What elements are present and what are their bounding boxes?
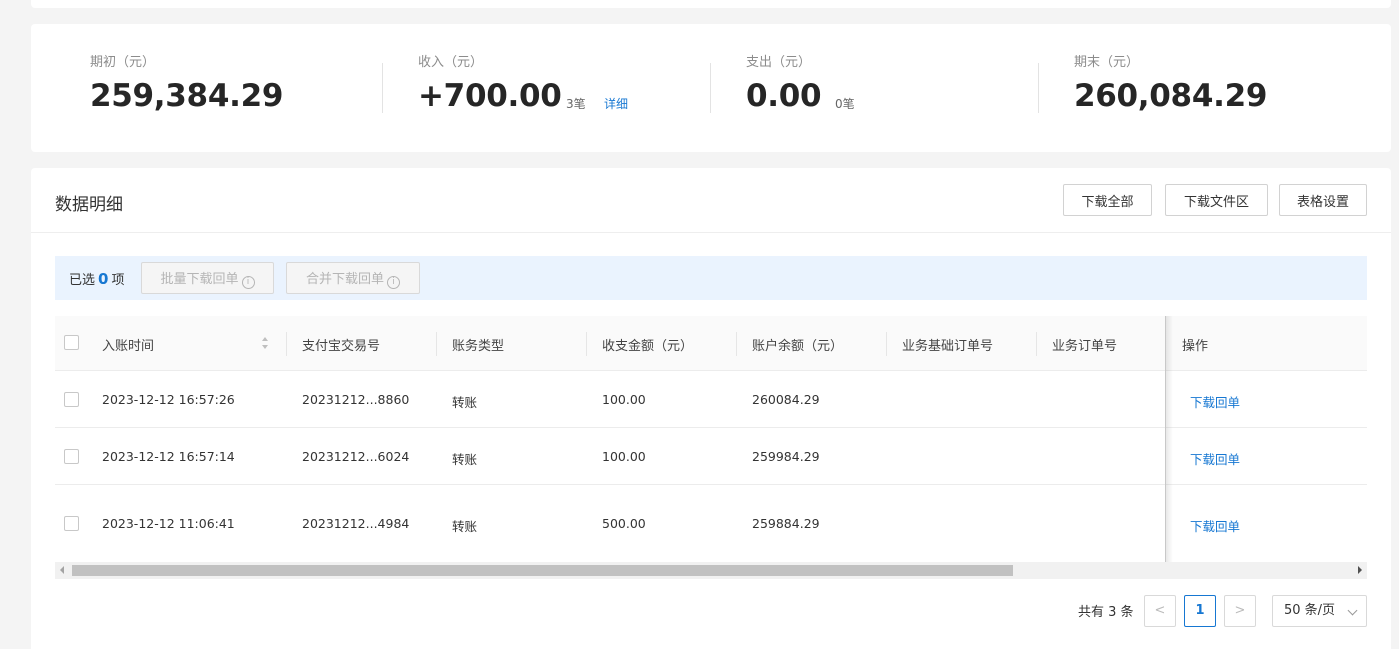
closing-label: 期末（元） (1074, 55, 1140, 70)
entry-time: 2023-12-12 16:57:26 (102, 392, 235, 407)
download-receipt-link[interactable]: 下载回单 (1190, 516, 1240, 535)
column-header: 业务基础订单号 (902, 339, 994, 354)
expense-count: 0笔 (835, 97, 855, 111)
row-checkbox[interactable] (64, 392, 79, 407)
transaction-type: 转账 (452, 452, 478, 467)
panel-divider (31, 232, 1391, 233)
batch-download-button[interactable]: 批量下载回单 i (141, 262, 274, 294)
info-icon: i (387, 275, 400, 289)
row-checkbox[interactable] (64, 449, 79, 464)
transaction-type: 转账 (452, 395, 478, 410)
next-page-button[interactable]: > (1224, 595, 1256, 627)
amount: 500.00 (602, 516, 646, 531)
selection-count: 0 (98, 270, 109, 288)
download-files-button[interactable]: 下载文件区 (1165, 184, 1268, 216)
stat-divider (710, 63, 711, 113)
column-header: 账户余额（元） (752, 339, 844, 354)
balance: 259984.29 (752, 449, 820, 464)
column-separator (436, 332, 437, 356)
top-card-edge (31, 0, 1391, 8)
transaction-table: 入账时间 支付宝交易号 账务类型 收支金额（元） 账户余额（元） 业务基础订单号… (55, 316, 1367, 562)
trade-number: 20231212...4984 (302, 516, 410, 531)
income-value: +700.00 (418, 78, 562, 114)
closing-value: 260,084.29 (1074, 78, 1268, 114)
download-receipt-link[interactable]: 下载回单 (1190, 392, 1240, 411)
merge-download-label: 合并下载回单 (305, 271, 384, 287)
selection-count-text: 已选 0 项 (69, 269, 124, 288)
batch-download-label: 批量下载回单 (160, 271, 239, 287)
entry-time: 2023-12-12 16:57:14 (102, 449, 235, 464)
horizontal-scrollbar[interactable] (55, 562, 1367, 579)
amount: 100.00 (602, 449, 646, 464)
column-header: 支付宝交易号 (302, 339, 381, 354)
trade-number: 20231212...8860 (302, 392, 410, 407)
download-receipt-link[interactable]: 下载回单 (1190, 449, 1240, 468)
page-size-value: 50 条/页 (1284, 603, 1336, 618)
prev-page-button[interactable]: < (1144, 595, 1176, 627)
expense-value: 0.00 (746, 78, 822, 114)
fixed-column-shadow (1165, 316, 1173, 562)
transaction-type: 转账 (452, 519, 478, 534)
select-all-checkbox[interactable] (64, 335, 79, 350)
selection-prefix: 已选 (69, 273, 96, 288)
summary-card: 期初（元） 259,384.29 收入（元） +700.00 3笔 详细 支出（… (31, 24, 1391, 152)
row-checkbox[interactable] (64, 516, 79, 531)
income-detail-link[interactable]: 详细 (604, 95, 628, 112)
opening-label: 期初（元） (90, 55, 156, 70)
column-header: 账务类型 (452, 339, 505, 354)
sort-icon[interactable] (261, 336, 269, 350)
column-header: 入账时间 (102, 339, 155, 354)
opening-value: 259,384.29 (90, 78, 284, 114)
column-separator (1036, 332, 1037, 356)
trade-number: 20231212...6024 (302, 449, 410, 464)
scroll-left-icon[interactable] (60, 566, 64, 574)
column-header: 操作 (1182, 339, 1209, 354)
column-separator (586, 332, 587, 356)
column-separator (886, 332, 887, 356)
balance: 260084.29 (752, 392, 820, 407)
page-size-select[interactable]: 50 条/页 (1272, 595, 1367, 627)
page-button-1[interactable]: 1 (1184, 595, 1216, 627)
chevron-down-icon (1347, 605, 1358, 616)
entry-time: 2023-12-12 11:06:41 (102, 516, 235, 531)
column-separator (286, 332, 287, 356)
scrollbar-thumb[interactable] (72, 565, 1013, 576)
info-icon: i (241, 275, 255, 289)
panel-title: 数据明细 (55, 195, 123, 215)
selection-bar: 已选 0 项 批量下载回单 i 合并下载回单 i (55, 256, 1367, 300)
column-separator (736, 332, 737, 356)
selection-suffix: 项 (111, 273, 125, 288)
stat-divider (382, 63, 383, 113)
download-all-button[interactable]: 下载全部 (1063, 184, 1152, 216)
amount: 100.00 (602, 392, 646, 407)
pagination-total: 共有 3 条 (1078, 605, 1134, 620)
table-settings-button[interactable]: 表格设置 (1279, 184, 1367, 216)
column-header: 业务订单号 (1052, 339, 1118, 354)
merge-download-button[interactable]: 合并下载回单 i (286, 262, 420, 294)
data-detail-panel: 数据明细 下载全部 下载文件区 表格设置 已选 0 项 批量下载回单 i 合并下载回单… (31, 168, 1391, 649)
stat-divider (1038, 63, 1039, 113)
column-header: 收支金额（元） (602, 339, 694, 354)
scroll-right-icon[interactable] (1358, 566, 1362, 574)
income-label: 收入（元） (418, 55, 484, 70)
expense-label: 支出（元） (746, 55, 812, 70)
balance: 259884.29 (752, 516, 820, 531)
income-count: 3笔 (566, 97, 586, 111)
